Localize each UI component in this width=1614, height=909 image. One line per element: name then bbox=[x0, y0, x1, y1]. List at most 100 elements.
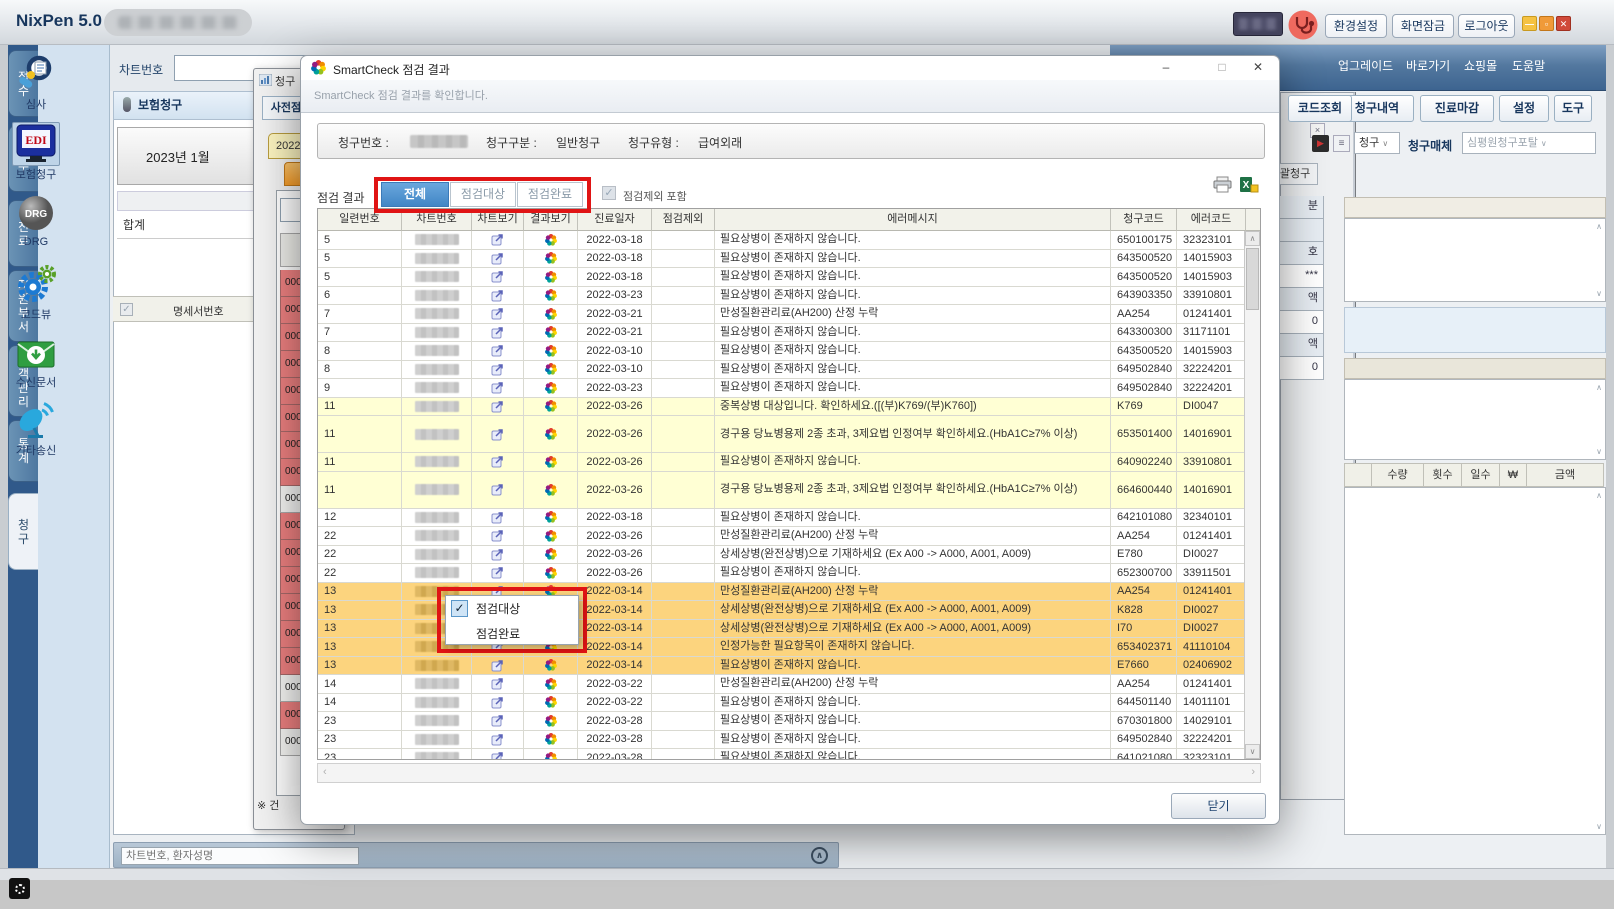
modal-close-icon[interactable]: ✕ bbox=[1249, 59, 1267, 77]
table-row[interactable]: 142022-03-22필요상병이 존재하지 않습니다.644501140140… bbox=[318, 694, 1246, 713]
result-view-icon[interactable] bbox=[524, 398, 578, 416]
chart-view-icon[interactable] bbox=[472, 694, 524, 712]
result-view-icon[interactable] bbox=[524, 453, 578, 471]
scroll-down-icon[interactable]: ∨ bbox=[1245, 744, 1260, 759]
chart-view-icon[interactable] bbox=[472, 231, 524, 249]
menu-item-0[interactable]: 업그레이드 bbox=[1338, 57, 1393, 74]
chart-view-icon[interactable] bbox=[472, 675, 524, 693]
table-row[interactable]: 112022-03-26필요상병이 존재하지 않습니다.640902240339… bbox=[318, 453, 1246, 472]
toolbar-button-2[interactable]: 설정 bbox=[1499, 95, 1549, 122]
topbar-button-0[interactable]: 환경설정 bbox=[1325, 14, 1387, 38]
result-view-icon[interactable] bbox=[524, 546, 578, 564]
result-view-icon[interactable] bbox=[524, 268, 578, 286]
chart-view-icon[interactable] bbox=[472, 731, 524, 749]
result-view-icon[interactable] bbox=[524, 527, 578, 545]
result-view-icon[interactable] bbox=[524, 305, 578, 323]
table-row[interactable]: 52022-03-18필요상병이 존재하지 않습니다.6435005201401… bbox=[318, 268, 1246, 287]
modal-title-bar[interactable]: SmartCheck 점검 결과 – □ ✕ bbox=[301, 56, 1279, 80]
sidebar-item-0[interactable]: 심사 bbox=[3, 52, 69, 112]
excel-export-icon[interactable]: X bbox=[1239, 176, 1259, 198]
chart-view-icon[interactable] bbox=[472, 379, 524, 397]
sidebar-item-2[interactable]: DRGDRG bbox=[3, 192, 69, 248]
sidebar-item-3[interactable]: 코드뷰 bbox=[3, 262, 69, 322]
toolbar-button-3[interactable]: 도구 bbox=[1554, 95, 1592, 122]
close-button[interactable]: 닫기 bbox=[1171, 793, 1266, 819]
result-view-icon[interactable] bbox=[524, 416, 578, 452]
sidebar-item-5[interactable]: 기타송신 bbox=[3, 398, 69, 458]
table-row[interactable]: 62022-03-23필요상병이 존재하지 않습니다.6439033503391… bbox=[318, 287, 1246, 306]
chart-view-icon[interactable] bbox=[472, 472, 524, 508]
chart-view-icon[interactable] bbox=[472, 287, 524, 305]
window-maximize-button[interactable]: ▫ bbox=[1539, 16, 1554, 31]
chart-view-icon[interactable] bbox=[472, 657, 524, 675]
chart-view-icon[interactable] bbox=[472, 305, 524, 323]
play-icon[interactable]: ▶ bbox=[1312, 135, 1329, 152]
table-row[interactable]: 132022-03-14필요상병이 존재하지 않습니다.E76600240690… bbox=[318, 657, 1246, 676]
window-close-icon[interactable]: ✕ bbox=[1556, 16, 1571, 31]
scroll-up-icon[interactable]: ∧ bbox=[1245, 231, 1260, 246]
table-row[interactable]: 52022-03-18필요상병이 존재하지 않습니다.6501001753232… bbox=[318, 231, 1246, 250]
modal-maximize-button[interactable]: □ bbox=[1213, 59, 1231, 77]
result-view-icon[interactable] bbox=[524, 749, 578, 759]
chart-view-icon[interactable] bbox=[472, 527, 524, 545]
taskbar-gear-icon[interactable] bbox=[9, 878, 30, 899]
topbar-button-1[interactable]: 화면잠금 bbox=[1392, 14, 1454, 38]
menu-item-1[interactable]: 바로가기 bbox=[1406, 57, 1450, 74]
result-view-icon[interactable] bbox=[524, 361, 578, 379]
chart-view-icon[interactable] bbox=[472, 416, 524, 452]
table-row[interactable]: 222022-03-26만성질환관리료(AH200) 산정 누락AA254012… bbox=[318, 527, 1246, 546]
chart-view-icon[interactable] bbox=[472, 361, 524, 379]
result-view-icon[interactable] bbox=[524, 675, 578, 693]
result-view-icon[interactable] bbox=[524, 731, 578, 749]
tab-code-lookup[interactable]: 코드조회 bbox=[1288, 95, 1352, 122]
table-row[interactable]: 112022-03-26중복상병 대상입니다. 확인하세요.([(부)K769/… bbox=[318, 398, 1246, 417]
grid-vertical-scrollbar[interactable]: ∧ ∨ bbox=[1244, 231, 1260, 759]
sidebar-item-1[interactable]: EDI보험청구 bbox=[3, 122, 69, 182]
table-row[interactable]: 232022-03-28필요상병이 존재하지 않습니다.649502840322… bbox=[318, 731, 1246, 750]
table-row[interactable]: 72022-03-21만성질환관리료(AH200) 산정 누락AA2540124… bbox=[318, 305, 1246, 324]
modal-minimize-button[interactable]: – bbox=[1157, 59, 1175, 77]
result-view-icon[interactable] bbox=[524, 564, 578, 582]
table-row[interactable]: 232022-03-28필요상병이 존재하지 않습니다.670301800140… bbox=[318, 712, 1246, 731]
table-row[interactable]: 112022-03-26경구용 당뇨병용제 2종 초과, 3제요법 인정여부 확… bbox=[318, 472, 1246, 509]
result-view-icon[interactable] bbox=[524, 250, 578, 268]
chart-view-icon[interactable] bbox=[472, 564, 524, 582]
table-row[interactable]: 92022-03-23필요상병이 존재하지 않습니다.6495028403222… bbox=[318, 379, 1246, 398]
claim-type-dropdown[interactable]: 청구 ∨ bbox=[1354, 132, 1400, 154]
print-icon[interactable] bbox=[1213, 176, 1232, 198]
chart-view-icon[interactable] bbox=[472, 398, 524, 416]
context-menu-item[interactable]: ✓점검대상 bbox=[446, 596, 578, 621]
result-view-icon[interactable] bbox=[524, 231, 578, 249]
menu-item-2[interactable]: 쇼핑몰 bbox=[1464, 57, 1497, 74]
result-view-icon[interactable] bbox=[524, 657, 578, 675]
sidebar-tab-6[interactable]: 청구 bbox=[8, 493, 38, 570]
chart-view-icon[interactable] bbox=[472, 749, 524, 759]
table-row[interactable]: 52022-03-18필요상병이 존재하지 않습니다.6435005201401… bbox=[318, 250, 1246, 269]
table-row[interactable]: 222022-03-26필요상병이 존재하지 않습니다.652300700339… bbox=[318, 564, 1246, 583]
chart-view-icon[interactable] bbox=[472, 324, 524, 342]
result-view-icon[interactable] bbox=[524, 509, 578, 527]
result-view-icon[interactable] bbox=[524, 287, 578, 305]
topbar-button-2[interactable]: 로그아웃 bbox=[1458, 14, 1515, 38]
table-row[interactable]: 82022-03-10필요상병이 존재하지 않습니다.6435005201401… bbox=[318, 342, 1246, 361]
grid-horizontal-scrollbar[interactable]: ‹› bbox=[317, 763, 1261, 783]
chart-view-icon[interactable] bbox=[472, 712, 524, 730]
list-icon[interactable]: ≡ bbox=[1333, 135, 1350, 152]
chart-view-icon[interactable] bbox=[472, 453, 524, 471]
menu-item-3[interactable]: 도움말 bbox=[1512, 57, 1545, 74]
chart-view-icon[interactable] bbox=[472, 342, 524, 360]
result-view-icon[interactable] bbox=[524, 342, 578, 360]
result-view-icon[interactable] bbox=[524, 472, 578, 508]
collapse-chevron-icon[interactable]: ∧ bbox=[811, 847, 828, 864]
chart-view-icon[interactable] bbox=[472, 546, 524, 564]
table-row[interactable]: 122022-03-18필요상병이 존재하지 않습니다.642101080323… bbox=[318, 509, 1246, 528]
table-row[interactable]: 232022-03-28필요상병이 존재하지 않습니다.641021080323… bbox=[318, 749, 1246, 759]
window-minimize-button[interactable]: — bbox=[1522, 16, 1537, 31]
table-row[interactable]: 112022-03-26경구용 당뇨병용제 2종 초과, 3제요법 인정여부 확… bbox=[318, 416, 1246, 453]
sidebar-item-4[interactable]: 수신문서 bbox=[3, 330, 69, 390]
result-view-icon[interactable] bbox=[524, 324, 578, 342]
chart-view-icon[interactable] bbox=[472, 509, 524, 527]
patient-search-input[interactable] bbox=[121, 847, 359, 865]
chart-view-icon[interactable] bbox=[472, 268, 524, 286]
claim-media-dropdown[interactable]: 심평원청구포탈 ∨ bbox=[1462, 132, 1596, 154]
